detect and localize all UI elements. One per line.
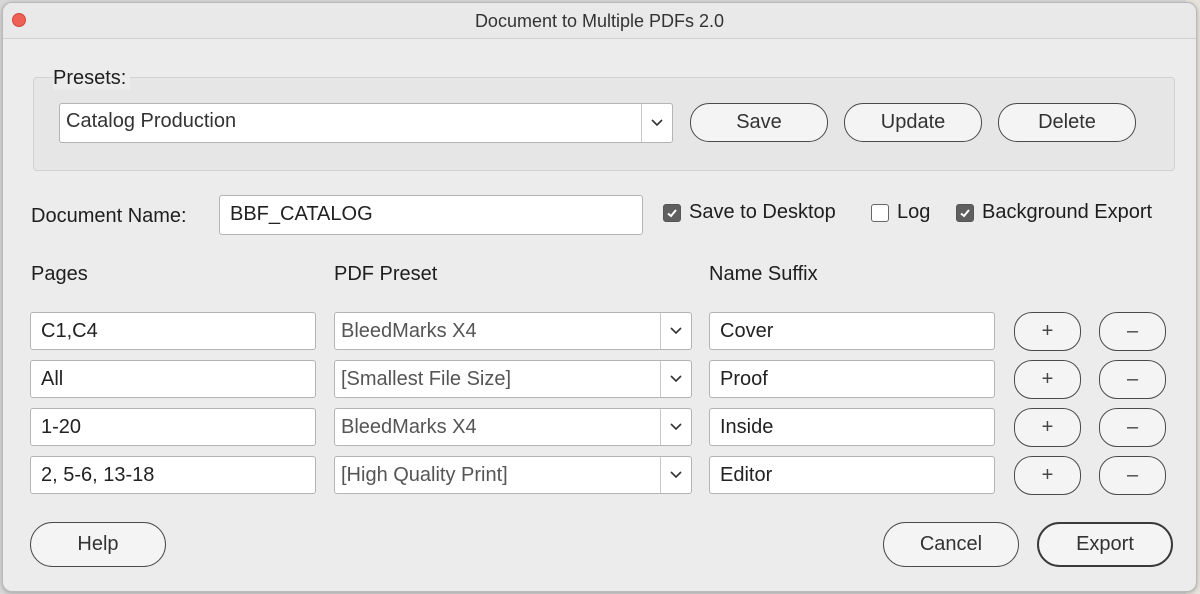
save-to-desktop-label: Save to Desktop bbox=[689, 201, 836, 223]
pdf-preset-dropdown[interactable]: BleedMarks X4 bbox=[334, 312, 692, 350]
checkbox-unchecked-icon bbox=[871, 203, 889, 222]
remove-row-button[interactable]: – bbox=[1099, 456, 1166, 495]
name-suffix-input[interactable]: Inside bbox=[709, 408, 995, 446]
help-button[interactable]: Help bbox=[30, 522, 166, 567]
delete-preset-button[interactable]: Delete bbox=[998, 103, 1136, 142]
pages-input[interactable]: 2, 5-6, 13-18 bbox=[30, 456, 316, 494]
presets-group-label: Presets: bbox=[53, 67, 131, 90]
add-row-button[interactable]: + bbox=[1014, 408, 1081, 447]
pdf-preset-value: BleedMarks X4 bbox=[341, 320, 477, 342]
save-to-desktop-checkbox[interactable]: Save to Desktop bbox=[663, 201, 836, 224]
chevron-down-icon bbox=[660, 457, 691, 493]
remove-row-button[interactable]: – bbox=[1099, 408, 1166, 447]
export-button[interactable]: Export bbox=[1037, 522, 1173, 567]
cancel-button[interactable]: Cancel bbox=[883, 522, 1019, 567]
pages-input[interactable]: C1,C4 bbox=[30, 312, 316, 350]
add-row-button[interactable]: + bbox=[1014, 456, 1081, 495]
background-export-checkbox[interactable]: Background Export bbox=[956, 201, 1152, 224]
name-suffix-input[interactable]: Proof bbox=[709, 360, 995, 398]
presets-selected-value: Catalog Production bbox=[66, 110, 237, 132]
pdf-preset-value: [Smallest File Size] bbox=[341, 368, 512, 390]
add-row-button[interactable]: + bbox=[1014, 312, 1081, 351]
log-checkbox[interactable]: Log bbox=[871, 201, 930, 224]
checkbox-checked-icon bbox=[956, 203, 974, 222]
dialog-window: Document to Multiple PDFs 2.0 Presets: C… bbox=[2, 2, 1197, 592]
window-title: Document to Multiple PDFs 2.0 bbox=[474, 11, 725, 31]
presets-dropdown[interactable]: Catalog Production bbox=[59, 103, 673, 143]
pages-column-header: Pages bbox=[31, 263, 88, 285]
chevron-down-icon bbox=[641, 104, 672, 142]
pdf-preset-dropdown[interactable]: [Smallest File Size] bbox=[334, 360, 692, 398]
chevron-down-icon bbox=[660, 313, 691, 349]
save-preset-button[interactable]: Save bbox=[690, 103, 828, 142]
pdf-preset-dropdown[interactable]: BleedMarks X4 bbox=[334, 408, 692, 446]
name-suffix-value: Inside bbox=[720, 416, 774, 438]
background-export-label: Background Export bbox=[982, 201, 1153, 223]
name-suffix-value: Proof bbox=[720, 368, 768, 390]
document-name-input[interactable]: BBF_CATALOG bbox=[219, 195, 643, 235]
pages-input[interactable]: All bbox=[30, 360, 316, 398]
name-suffix-value: Cover bbox=[720, 320, 774, 342]
add-row-button[interactable]: + bbox=[1014, 360, 1081, 399]
title-bar: Document to Multiple PDFs 2.0 bbox=[3, 3, 1196, 39]
pages-value: 2, 5-6, 13-18 bbox=[41, 464, 155, 486]
remove-row-button[interactable]: – bbox=[1099, 312, 1166, 351]
pdf-preset-value: [High Quality Print] bbox=[341, 464, 508, 486]
pages-input[interactable]: 1-20 bbox=[30, 408, 316, 446]
document-name-label: Document Name: bbox=[31, 205, 187, 227]
name-suffix-value: Editor bbox=[720, 464, 773, 486]
document-name-value: BBF_CATALOG bbox=[230, 203, 373, 225]
update-preset-button[interactable]: Update bbox=[844, 103, 982, 142]
chevron-down-icon bbox=[660, 409, 691, 445]
pdf-preset-column-header: PDF Preset bbox=[334, 263, 438, 285]
log-label: Log bbox=[897, 201, 931, 223]
chevron-down-icon bbox=[660, 361, 691, 397]
pages-value: C1,C4 bbox=[41, 320, 98, 342]
name-suffix-input[interactable]: Editor bbox=[709, 456, 995, 494]
name-suffix-input[interactable]: Cover bbox=[709, 312, 995, 350]
remove-row-button[interactable]: – bbox=[1099, 360, 1166, 399]
pages-value: 1-20 bbox=[41, 416, 82, 438]
pages-value: All bbox=[41, 368, 64, 390]
name-suffix-column-header: Name Suffix bbox=[709, 263, 818, 285]
checkbox-checked-icon bbox=[663, 203, 681, 222]
pdf-preset-value: BleedMarks X4 bbox=[341, 416, 477, 438]
pdf-preset-dropdown[interactable]: [High Quality Print] bbox=[334, 456, 692, 494]
